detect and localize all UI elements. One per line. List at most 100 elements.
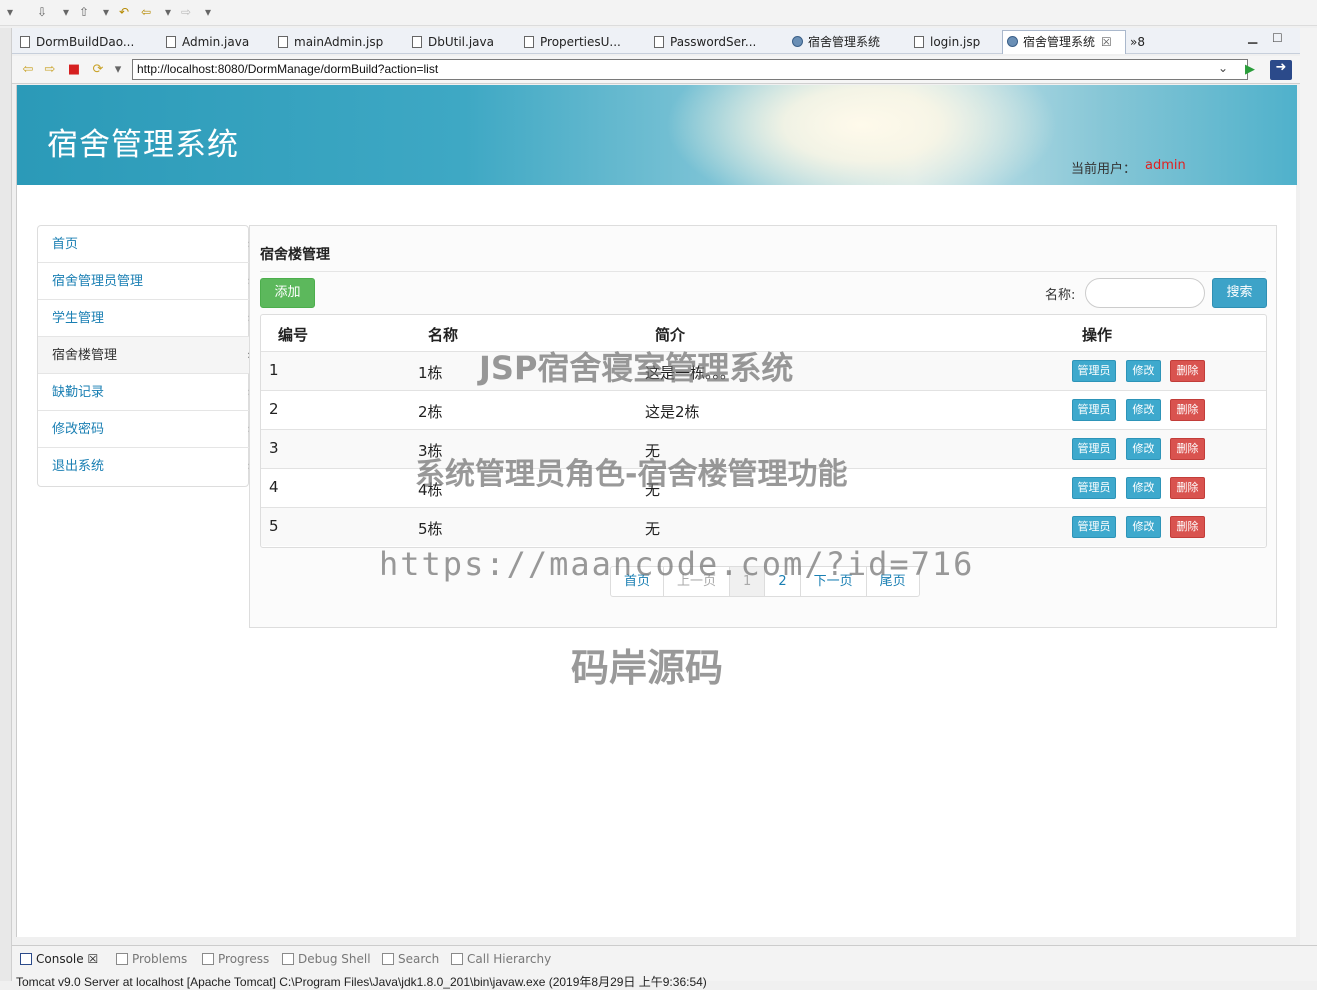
edit-button[interactable]: 修改 bbox=[1126, 399, 1161, 421]
column-header-name: 名称 bbox=[428, 326, 459, 344]
cell-id: 2 bbox=[269, 400, 279, 418]
edit-button[interactable]: 修改 bbox=[1126, 438, 1161, 460]
tab-label: 宿舍管理系统 bbox=[1023, 35, 1096, 49]
web-page: 宿舍管理系统 当前用户： admin 首页› 宿舍管理员管理› 学生管理› 宿舍… bbox=[16, 85, 1297, 937]
right-gutter bbox=[1300, 28, 1317, 945]
dropdown-icon[interactable]: ▾ bbox=[160, 4, 176, 20]
editor-tab[interactable]: login.jsp bbox=[910, 31, 980, 53]
stop-icon[interactable]: ■ bbox=[66, 62, 82, 78]
manager-button[interactable]: 管理员 bbox=[1072, 399, 1116, 421]
tab-console[interactable]: Console ☒ bbox=[18, 950, 98, 968]
cell-name: 2栋 bbox=[418, 403, 443, 421]
header-banner: 宿舍管理系统 当前用户： admin bbox=[17, 85, 1297, 185]
editor-tab-active[interactable]: 宿舍管理系统 ☒ bbox=[1002, 30, 1126, 54]
delete-button[interactable]: 删除 bbox=[1170, 516, 1205, 538]
sidebar-item-students[interactable]: 学生管理› bbox=[38, 300, 252, 337]
manager-button[interactable]: 管理员 bbox=[1072, 477, 1116, 499]
tab-call-hierarchy[interactable]: Call Hierarchy bbox=[449, 950, 551, 968]
java-file-icon bbox=[654, 36, 664, 48]
divider bbox=[260, 271, 1266, 272]
delete-button[interactable]: 删除 bbox=[1170, 438, 1205, 460]
tab-label: DbUtil.java bbox=[428, 35, 494, 49]
tab-label: PasswordSer... bbox=[670, 35, 757, 49]
tab-label: PropertiesU... bbox=[540, 35, 621, 49]
sidebar-item-absence[interactable]: 缺勤记录› bbox=[38, 374, 252, 411]
forward-icon[interactable]: ⇨ bbox=[42, 62, 58, 78]
go-icon[interactable]: ▶ bbox=[1242, 62, 1258, 78]
edit-button[interactable]: 修改 bbox=[1126, 516, 1161, 538]
delete-button[interactable]: 删除 bbox=[1170, 477, 1205, 499]
problems-icon bbox=[116, 953, 128, 965]
edit-button[interactable]: 修改 bbox=[1126, 360, 1161, 382]
editor-tab[interactable]: mainAdmin.jsp bbox=[274, 31, 383, 53]
sidebar-item-change-password[interactable]: 修改密码› bbox=[38, 411, 252, 448]
next-annotation-icon[interactable]: ⇩ bbox=[34, 4, 50, 20]
editor-tab[interactable]: Admin.java bbox=[162, 31, 249, 53]
edit-button[interactable]: 修改 bbox=[1126, 477, 1161, 499]
sidebar-item-home[interactable]: 首页› bbox=[38, 226, 252, 263]
prev-annotation-icon[interactable]: ⇧ bbox=[76, 4, 92, 20]
java-file-icon bbox=[412, 36, 422, 48]
sidebar-item-label: 退出系统 bbox=[52, 459, 105, 474]
java-file-icon bbox=[524, 36, 534, 48]
url-input[interactable]: http://localhost:8080/DormManage/dormBui… bbox=[132, 59, 1248, 80]
sidebar-item-label: 宿舍管理员管理 bbox=[52, 274, 144, 289]
jsp-file-icon bbox=[914, 36, 924, 48]
dropdown-icon[interactable]: ▾ bbox=[58, 4, 74, 20]
add-button[interactable]: 添加 bbox=[260, 278, 315, 308]
debug-shell-icon bbox=[282, 953, 294, 965]
tab-label: Problems bbox=[132, 952, 188, 966]
console-icon bbox=[20, 953, 32, 965]
minimize-icon[interactable]: ▁ bbox=[1248, 30, 1257, 44]
tabs-overflow[interactable]: »8 bbox=[1126, 31, 1145, 53]
chevron-down-icon[interactable]: ⌄ bbox=[1218, 61, 1228, 75]
last-edit-icon[interactable]: ↶ bbox=[116, 4, 132, 20]
dropdown-icon[interactable]: ▾ bbox=[110, 62, 126, 78]
dropdown-icon[interactable]: ▾ bbox=[98, 4, 114, 20]
sidebar-item-dorm-admin[interactable]: 宿舍管理员管理› bbox=[38, 263, 252, 300]
delete-button[interactable]: 删除 bbox=[1170, 399, 1205, 421]
column-header-desc: 简介 bbox=[655, 326, 686, 344]
current-user-label: 当前用户： bbox=[1071, 162, 1137, 177]
external-browser-icon[interactable]: ➜ bbox=[1270, 60, 1292, 80]
watermark-url: https://maancode.com/?id=716 bbox=[379, 545, 975, 583]
refresh-icon[interactable]: ⟳ bbox=[90, 62, 106, 78]
tab-label: Admin.java bbox=[182, 35, 250, 49]
back-icon[interactable]: ⇦ bbox=[20, 62, 36, 78]
jsp-file-icon bbox=[278, 36, 288, 48]
sidebar-item-dorm-building[interactable]: 宿舍楼管理› bbox=[38, 337, 252, 374]
cell-id: 1 bbox=[269, 361, 279, 379]
watermark-brand: 码岸源码 bbox=[571, 646, 724, 690]
tab-label: login.jsp bbox=[930, 35, 981, 49]
sidebar-item-label: 学生管理 bbox=[52, 311, 105, 326]
column-header-id: 编号 bbox=[278, 326, 309, 344]
search-button[interactable]: 搜索 bbox=[1212, 278, 1267, 308]
cell-id: 4 bbox=[269, 478, 279, 496]
dropdown-icon[interactable]: ▾ bbox=[200, 4, 216, 20]
manager-button[interactable]: 管理员 bbox=[1072, 516, 1116, 538]
back-icon[interactable]: ⇦ bbox=[138, 4, 154, 20]
editor-tab[interactable]: PropertiesU... bbox=[520, 31, 621, 53]
close-icon[interactable]: ☒ bbox=[1101, 31, 1112, 53]
editor-tab[interactable]: DormBuildDao... bbox=[16, 31, 134, 53]
maximize-icon[interactable]: ☐ bbox=[1272, 31, 1283, 45]
search-icon bbox=[382, 953, 394, 965]
search-input[interactable] bbox=[1085, 278, 1205, 308]
tab-problems[interactable]: Problems bbox=[114, 950, 187, 968]
editor-tab[interactable]: 宿舍管理系统 bbox=[788, 31, 880, 53]
manager-button[interactable]: 管理员 bbox=[1072, 438, 1116, 460]
toolbar-dropdown-icon[interactable]: ▾ bbox=[2, 4, 18, 20]
sidebar-item-logout[interactable]: 退出系统› bbox=[38, 448, 252, 485]
tab-progress[interactable]: Progress bbox=[200, 950, 269, 968]
manager-button[interactable]: 管理员 bbox=[1072, 360, 1116, 382]
sidebar-item-label: 缺勤记录 bbox=[52, 385, 105, 400]
editor-tab[interactable]: PasswordSer... bbox=[650, 31, 756, 53]
tab-label: Search bbox=[398, 952, 440, 966]
tab-debug-shell[interactable]: Debug Shell bbox=[280, 950, 371, 968]
site-title: 宿舍管理系统 bbox=[47, 127, 239, 163]
delete-button[interactable]: 删除 bbox=[1170, 360, 1205, 382]
forward-icon[interactable]: ⇨ bbox=[178, 4, 194, 20]
tab-search[interactable]: Search bbox=[380, 950, 439, 968]
editor-tab[interactable]: DbUtil.java bbox=[408, 31, 494, 53]
close-icon[interactable]: ☒ bbox=[87, 952, 98, 966]
